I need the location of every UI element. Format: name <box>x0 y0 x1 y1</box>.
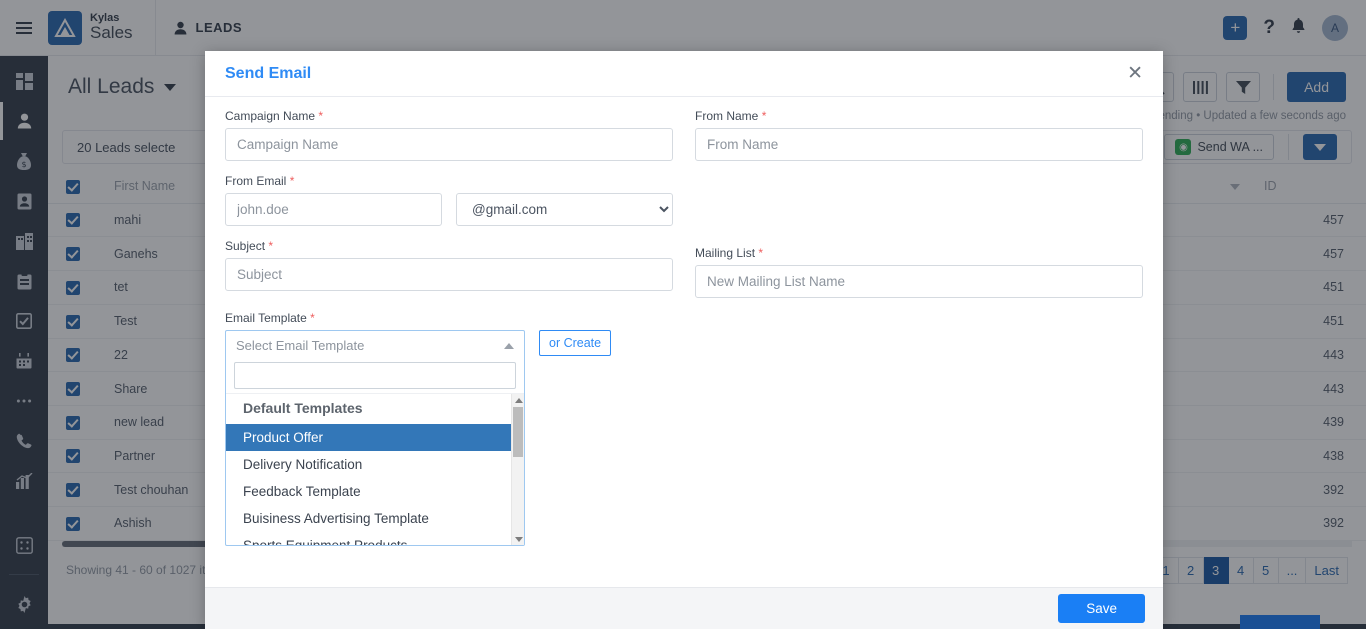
email-template-option[interactable]: Product Offer <box>226 424 524 451</box>
campaign-name-label: Campaign Name * <box>225 109 673 123</box>
email-template-dropdown-open: Select Email Template Default Templates … <box>225 330 525 546</box>
chevron-up-icon <box>504 343 514 349</box>
required-asterisk: * <box>762 109 767 123</box>
modal-footer: Save <box>205 587 1163 629</box>
scroll-up-arrow-icon[interactable] <box>515 398 523 403</box>
field-from-name: From Name * <box>695 109 1143 161</box>
from-name-input[interactable] <box>695 128 1143 161</box>
save-button[interactable]: Save <box>1058 594 1145 623</box>
required-asterisk: * <box>318 109 323 123</box>
email-template-option[interactable]: Sports Equipment Products <box>226 532 524 545</box>
field-mailing-list: Mailing List * <box>695 246 1143 298</box>
options-group-header: Default Templates <box>226 394 524 424</box>
required-asterisk: * <box>758 246 763 260</box>
email-template-trigger[interactable]: Select Email Template <box>226 331 524 360</box>
scroll-down-arrow-icon[interactable] <box>515 537 523 542</box>
modal-header: Send Email ✕ <box>205 51 1163 97</box>
required-asterisk: * <box>268 239 273 253</box>
email-template-option[interactable]: Feedback Template <box>226 478 524 505</box>
send-email-modal: Send Email ✕ Campaign Name * From Email <box>205 51 1163 629</box>
email-template-combobox: Select Email Template Default Templates … <box>225 330 525 546</box>
screen-root: Kylas Sales LEADS + ? <box>0 0 1366 629</box>
subject-input[interactable] <box>225 258 673 291</box>
from-email-input[interactable] <box>225 193 442 226</box>
modal-body: Campaign Name * From Email * <box>205 97 1163 587</box>
subject-label: Subject * <box>225 239 673 253</box>
mailing-list-label: Mailing List * <box>695 246 1143 260</box>
field-campaign-name: Campaign Name * <box>225 109 673 161</box>
email-template-option[interactable]: Buisiness Advertising Template <box>226 505 524 532</box>
options-vertical-scrollbar[interactable] <box>511 394 524 545</box>
required-asterisk: * <box>290 174 295 188</box>
email-template-option[interactable]: Delivery Notification <box>226 451 524 478</box>
spacer <box>695 174 1143 233</box>
field-from-email: From Email * @gmail.com <box>225 174 673 226</box>
modal-title: Send Email <box>225 65 311 83</box>
mailing-list-input[interactable] <box>695 265 1143 298</box>
or-create-button[interactable]: or Create <box>539 330 611 356</box>
field-subject: Subject * <box>225 239 673 291</box>
email-domain-select[interactable]: @gmail.com <box>456 193 673 226</box>
email-template-label: Email Template * <box>225 311 1143 325</box>
close-icon[interactable]: ✕ <box>1127 64 1143 83</box>
field-email-template: Email Template * Select Email Template <box>225 311 1143 546</box>
email-template-placeholder: Select Email Template <box>236 338 364 353</box>
required-asterisk: * <box>310 311 315 325</box>
email-template-options-list: Default Templates Product OfferDelivery … <box>226 393 524 545</box>
from-name-label: From Name * <box>695 109 1143 123</box>
email-template-search-box[interactable] <box>234 362 516 389</box>
from-email-label: From Email * <box>225 174 673 188</box>
scroll-thumb[interactable] <box>513 407 523 457</box>
campaign-name-input[interactable] <box>225 128 673 161</box>
options-container: Product OfferDelivery NotificationFeedba… <box>226 424 524 545</box>
